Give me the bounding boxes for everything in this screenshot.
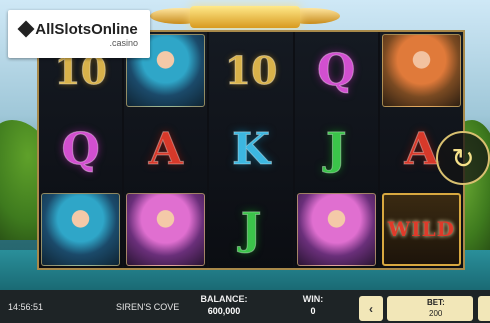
reel-crest [190,6,300,28]
wild-label: WILD [387,217,456,242]
reel-1-cell-2: Q [39,111,122,188]
reel-grid: 10 Q A 10 K J Q J A WILD [37,30,465,270]
reel-4-cell-1: Q [295,32,378,109]
watermark-logo: AllSlotsOnline .casino [8,10,150,58]
siren-blue-symbol [41,192,121,266]
balance-display: BALANCE: 600,000 [198,294,250,316]
logo-main-text: AllSlotsOnline [17,20,138,38]
logo-subtext: .casino [109,37,138,48]
balance-value: 600,000 [207,306,241,316]
siren-pink-symbol [296,192,376,266]
clock: 14:56:51 [8,302,44,312]
logo-text: AllSlotsOnline [35,20,138,38]
card-symbol-j: J [240,203,262,255]
reel-4-cell-2: J [295,111,378,188]
game-title: SIREN'S COVE [116,302,180,312]
reel-4-cell-3 [295,191,378,268]
card-symbol-q: Q [317,45,356,97]
bet-decrease-button[interactable]: ‹ [359,296,383,321]
bet-value: 200 [429,309,443,318]
bet-increase-button[interactable] [478,296,490,321]
reel-2-cell-2: A [124,111,207,188]
reel-3-cell-3: J [209,191,292,268]
card-symbol-a: A [404,124,439,176]
reel-3: 10 K J [209,32,293,268]
card-symbol-k: K [231,124,271,176]
reel-3-cell-1: 10 [209,32,292,109]
reel-1: 10 Q [39,32,123,268]
logo-diamond-icon [17,20,35,37]
bet-display: BET: 200 [387,296,473,321]
reel-5-cell-3: WILD [380,191,463,268]
siren-red-symbol [381,34,462,108]
balance-label: BALANCE: [200,294,248,304]
reel-2-cell-3 [124,191,207,268]
card-symbol-q: Q [61,124,100,176]
reel-5-cell-1 [380,32,463,109]
win-value: 0 [310,306,316,316]
win-label: WIN: [302,294,324,304]
card-symbol-j: J [325,124,347,176]
card-symbol-a: A [148,124,183,176]
bet-label: BET: [427,298,445,307]
reel-3-cell-2: K [209,111,292,188]
siren-pink-symbol [126,192,206,266]
card-symbol-10: 10 [224,48,278,94]
reel-1-cell-3 [39,191,122,268]
spin-button[interactable]: ↻ [436,131,490,185]
win-display: WIN: 0 [298,294,328,316]
reel-2: A [124,32,208,268]
wild-symbol: WILD [381,192,462,266]
reel-4: QJ [294,32,378,268]
refresh-icon: ↻ [451,142,475,174]
